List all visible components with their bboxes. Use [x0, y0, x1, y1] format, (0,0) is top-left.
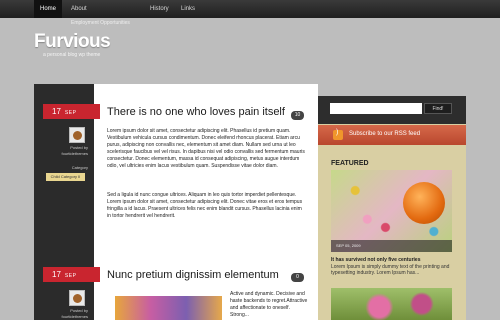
nav-links[interactable]: Links: [175, 0, 201, 18]
nav-dropdown-employment[interactable]: Employment Opportunities: [71, 20, 130, 26]
post-author-meta: Posted by fourtidethemes: [38, 145, 88, 157]
post-paragraph: Sed a ligula id nunc congue ultrices. Al…: [107, 192, 303, 219]
post-day: 17: [52, 107, 61, 116]
post-title[interactable]: There is no one who loves pain itself: [107, 106, 285, 118]
top-navigation: Home About History Links: [0, 0, 500, 18]
post-date-ribbon: 17 SEP: [43, 267, 100, 282]
featured-date: SEP 05, 2009: [331, 240, 452, 252]
category-badge[interactable]: Child Category II: [46, 173, 85, 181]
search-input[interactable]: [330, 103, 422, 114]
nav-home[interactable]: Home: [34, 0, 63, 18]
rss-label: Subscribe to our RSS feed: [349, 131, 421, 137]
post-snippet: Active and dynamic. Decisive and haste b…: [230, 291, 308, 318]
featured-title[interactable]: It has survived not only five centuries: [331, 257, 420, 263]
category-label: Category: [71, 165, 88, 170]
author-avatar: [69, 290, 85, 306]
author-name[interactable]: fourtidethemes: [38, 314, 88, 320]
post-month: SEP: [64, 110, 77, 116]
find-button[interactable]: Find!: [424, 103, 452, 114]
post-day: 17: [52, 270, 61, 279]
nav-about[interactable]: About: [65, 0, 93, 18]
post-date-ribbon: 17 SEP: [43, 104, 100, 119]
post-thumbnail[interactable]: [115, 296, 222, 320]
site-logo[interactable]: Furvious: [34, 31, 111, 53]
author-avatar: [69, 127, 85, 143]
nav-history[interactable]: History: [144, 0, 175, 18]
rss-icon: [333, 129, 343, 140]
post-title[interactable]: Nunc pretium dignissim elementum: [107, 269, 279, 281]
featured-image-2[interactable]: [331, 288, 452, 320]
post-paragraph: Lorem ipsum dolor sit amet, consectetur …: [107, 128, 305, 169]
comment-count-badge[interactable]: 0: [291, 273, 304, 282]
post-author-meta: Posted by fourtidethemes: [38, 308, 88, 320]
post-meta-column: [34, 84, 94, 320]
featured-image-orange: [403, 182, 445, 224]
comment-count-badge[interactable]: 10: [291, 111, 304, 120]
post-month: SEP: [64, 273, 77, 279]
rss-subscribe-link[interactable]: Subscribe to our RSS feed: [318, 125, 466, 145]
site-tagline: a personal blog wp theme: [43, 52, 101, 58]
featured-excerpt: Lorem Ipsum is simply dummy text of the …: [331, 264, 450, 276]
featured-heading: FEATURED: [331, 160, 369, 167]
author-name[interactable]: fourtidethemes: [38, 151, 88, 157]
